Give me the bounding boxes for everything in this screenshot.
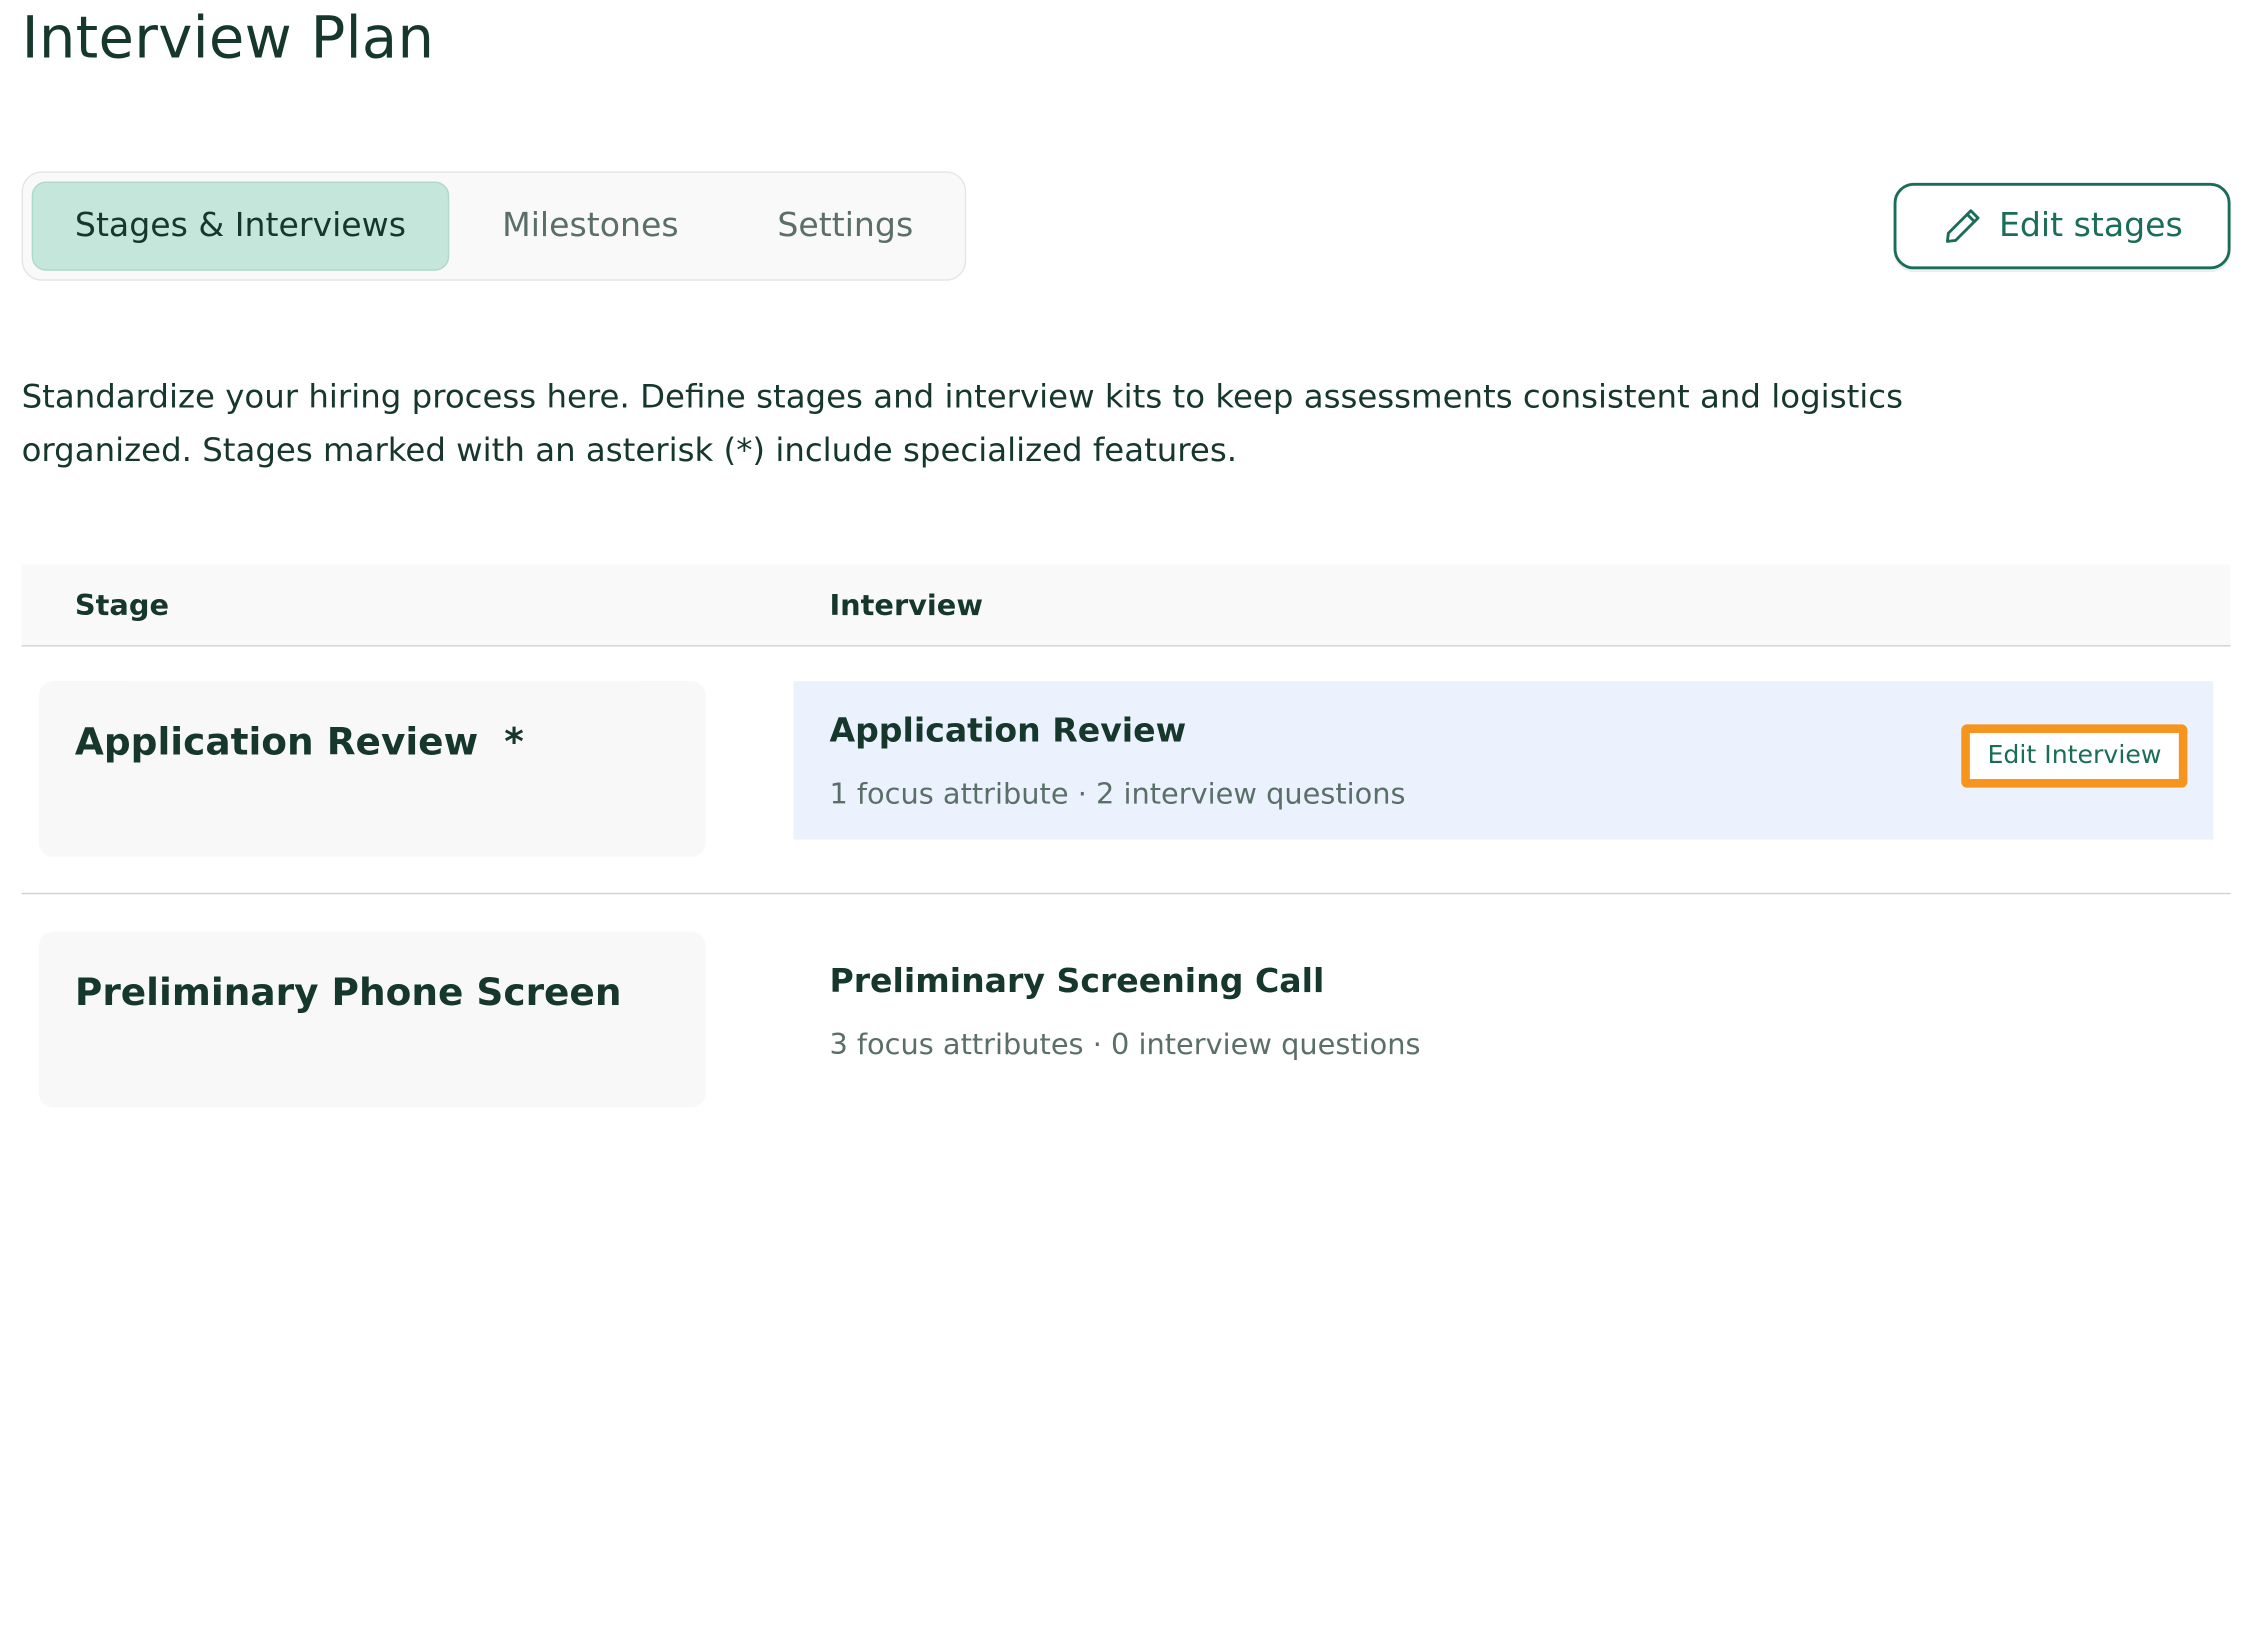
interview-row-preliminary-screening-call[interactable]: Preliminary Screening Call 3 focus attri… [793, 932, 2213, 1090]
tab-milestones[interactable]: Milestones [469, 181, 711, 270]
interview-plan-page: Interview Plan Stages & Interviews Miles… [0, 0, 2256, 1630]
tab-settings[interactable]: Settings [737, 181, 953, 270]
edit-interview-button[interactable]: Edit Interview [1970, 732, 2179, 780]
interview-name: Preliminary Screening Call [829, 963, 1325, 1001]
stage-card-preliminary-phone-screen: Preliminary Phone Screen [38, 931, 706, 1108]
column-header-stage: Stage [74, 587, 169, 623]
page-description: Standardize your hiring process here. De… [21, 378, 1903, 470]
edit-stages-label: Edit stages [1998, 207, 2183, 245]
page-title: Interview Plan [21, 5, 435, 72]
pencil-icon [1941, 204, 1984, 247]
stage-name: Application Review * [74, 721, 524, 765]
edit-interview-highlight: Edit Interview [1961, 724, 2188, 788]
tab-stages-interviews[interactable]: Stages & Interviews [31, 181, 450, 271]
interview-meta: 3 focus attributes · 0 interview questio… [829, 1026, 1421, 1062]
edit-stages-button[interactable]: Edit stages [1893, 182, 2231, 270]
row-divider [21, 892, 2231, 895]
stage-card-application-review: Application Review * [38, 681, 706, 857]
column-header-interview: Interview [829, 587, 983, 623]
interview-meta: 1 focus attribute · 2 interview question… [829, 776, 1406, 811]
stage-name: Preliminary Phone Screen [74, 972, 622, 1016]
interview-name: Application Review [829, 712, 1187, 751]
table-header: Stage Interview [21, 564, 2231, 647]
interview-row-application-review[interactable]: Application Review 1 focus attribute · 2… [793, 681, 2214, 840]
tab-bar: Stages & Interviews Milestones Settings [21, 171, 967, 281]
